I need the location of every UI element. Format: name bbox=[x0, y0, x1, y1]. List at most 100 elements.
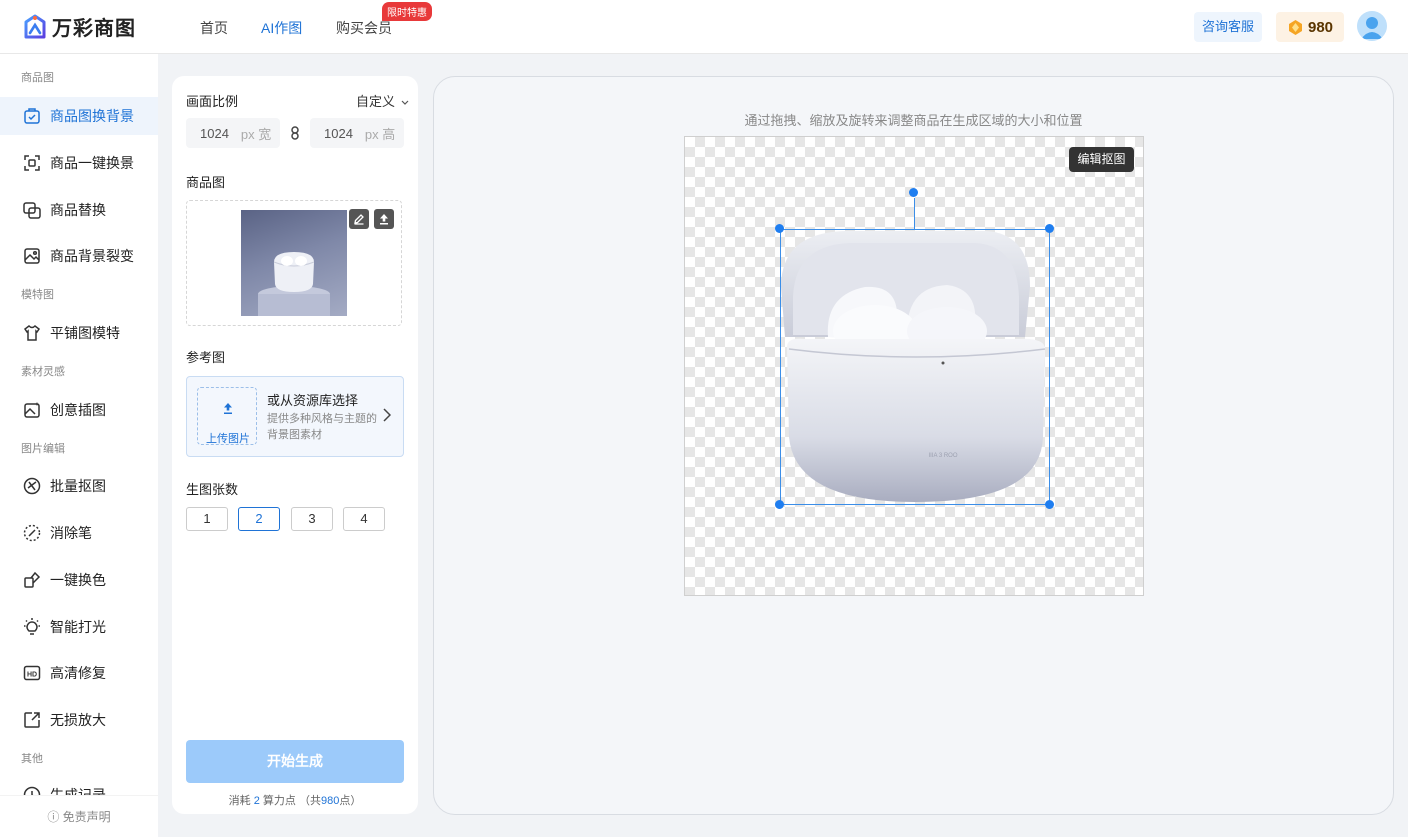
sidebar-item-label: 商品一键换景 bbox=[50, 155, 134, 171]
selection-box[interactable] bbox=[780, 229, 1050, 505]
product-thumbnail bbox=[241, 210, 347, 316]
cost-info: 消耗 2 算力点 （共980点） bbox=[172, 792, 418, 808]
cost-prefix: 消耗 bbox=[228, 795, 251, 807]
section-inspiration: 素材灵感 bbox=[21, 366, 65, 378]
left-sidebar: 商品图 商品图换背景 商品一键换景 商品替换 商品背景裂变 模特图 平铺图模特 … bbox=[0, 54, 158, 837]
user-avatar[interactable] bbox=[1357, 11, 1387, 41]
chevron-right-icon bbox=[383, 408, 391, 422]
top-header: 万彩商图 首页 AI作图 购买会员 限时特惠 咨询客服 980 bbox=[0, 0, 1408, 54]
product-bg-icon bbox=[24, 108, 40, 124]
edit-product-button[interactable] bbox=[349, 209, 369, 229]
upload-icon bbox=[224, 403, 232, 414]
bg-variation-icon bbox=[24, 248, 40, 264]
points-button[interactable]: 980 bbox=[1276, 12, 1344, 42]
width-unit: px 宽 bbox=[240, 126, 272, 142]
sidebar-item-product-replace[interactable]: 商品替换 bbox=[0, 191, 158, 229]
sidebar-item-product-bg[interactable]: 商品图换背景 bbox=[0, 97, 158, 135]
count-option-4[interactable]: 4 bbox=[343, 507, 385, 531]
section-other: 其他 bbox=[21, 753, 43, 765]
consult-service-button[interactable]: 咨询客服 bbox=[1194, 12, 1262, 42]
ratio-value: 自定义 bbox=[356, 94, 396, 109]
ratio-select[interactable]: 自定义 bbox=[356, 91, 409, 110]
sidebar-item-label: 批量抠图 bbox=[50, 478, 106, 494]
product-image-box[interactable] bbox=[186, 200, 402, 326]
ratio-label: 画面比例 bbox=[186, 94, 239, 109]
count-option-2[interactable]: 2 bbox=[238, 507, 280, 531]
rotate-handle[interactable] bbox=[909, 188, 918, 197]
creative-image-icon bbox=[24, 402, 40, 418]
resize-handle-bottom-right[interactable] bbox=[1045, 500, 1054, 509]
section-image-edit: 图片编辑 bbox=[21, 443, 65, 455]
svg-text:HD: HD bbox=[27, 671, 37, 678]
section-model: 模特图 bbox=[21, 289, 54, 301]
lightbulb-icon bbox=[24, 618, 40, 635]
info-icon: ⓘ bbox=[47, 810, 60, 824]
upload-product-button[interactable] bbox=[374, 209, 394, 229]
sidebar-item-label: 商品图换背景 bbox=[50, 108, 134, 124]
scene-swap-icon bbox=[24, 155, 40, 171]
user-icon bbox=[1357, 11, 1387, 41]
cost-mid: 算力点 （共 bbox=[262, 795, 321, 807]
nav-home[interactable]: 首页 bbox=[200, 18, 228, 38]
resize-handle-top-right[interactable] bbox=[1045, 224, 1054, 233]
link-ratio-icon[interactable] bbox=[289, 126, 301, 140]
sidebar-item-shirt-model[interactable]: 平铺图模特 bbox=[0, 314, 158, 352]
sidebar-item-label: 消除笔 bbox=[50, 525, 92, 541]
generate-button[interactable]: 开始生成 bbox=[186, 740, 404, 783]
sidebar-item-label: 无损放大 bbox=[50, 712, 106, 728]
sidebar-item-bg-variation[interactable]: 商品背景裂变 bbox=[0, 237, 158, 275]
logo-icon bbox=[24, 14, 46, 38]
product-image-label: 商品图 bbox=[186, 175, 226, 190]
height-value: 1024 bbox=[324, 125, 353, 141]
reference-picker[interactable]: 上传图片 或从资源库选择 提供多种风格与主题的背景图素材 bbox=[186, 376, 404, 457]
settings-panel: 画面比例 自定义 1024 px 宽 1024 px 高 商品图 参考图 上传图… bbox=[172, 76, 418, 814]
pencil-icon bbox=[354, 214, 364, 225]
brand-logo[interactable]: 万彩商图 bbox=[22, 12, 136, 41]
brand-name: 万彩商图 bbox=[52, 18, 136, 40]
rotate-line bbox=[914, 198, 915, 230]
diamond-coin-icon bbox=[1288, 19, 1302, 35]
height-unit: px 高 bbox=[364, 126, 396, 142]
sidebar-item-label: 一键换色 bbox=[50, 572, 106, 588]
count-option-3[interactable]: 3 bbox=[291, 507, 333, 531]
canvas-hint: 通过拖拽、缩放及旋转来调整商品在生成区域的大小和位置 bbox=[744, 113, 1083, 128]
upload-icon bbox=[380, 214, 388, 225]
disclaimer-link[interactable]: ⓘ 免责声明 bbox=[0, 795, 158, 837]
cost-value: 2 bbox=[253, 795, 260, 807]
sidebar-item-batch-cutout[interactable]: 批量抠图 bbox=[0, 467, 158, 505]
sidebar-item-smart-light[interactable]: 智能打光 bbox=[0, 608, 158, 646]
count-label: 生图张数 bbox=[186, 482, 239, 497]
disclaimer-label: 免责声明 bbox=[62, 810, 111, 824]
sidebar-item-label: 平铺图模特 bbox=[50, 325, 120, 341]
height-input[interactable]: 1024 px 高 bbox=[310, 118, 404, 148]
library-title: 或从资源库选择 bbox=[267, 393, 359, 408]
sidebar-item-eraser-pen[interactable]: 消除笔 bbox=[0, 514, 158, 552]
cost-total: 980 bbox=[320, 795, 340, 807]
canvas-area: 通过拖拽、缩放及旋转来调整商品在生成区域的大小和位置 编辑抠图 IIIA 3 R… bbox=[433, 76, 1394, 815]
sidebar-item-creative-image[interactable]: 创意插图 bbox=[0, 391, 158, 429]
section-product: 商品图 bbox=[21, 72, 54, 84]
generation-canvas[interactable]: 编辑抠图 IIIA 3 ROO bbox=[684, 136, 1144, 596]
width-input[interactable]: 1024 px 宽 bbox=[186, 118, 280, 148]
sidebar-item-label: 商品替换 bbox=[50, 202, 106, 218]
sidebar-item-hd-repair[interactable]: HD 高清修复 bbox=[0, 654, 158, 692]
library-desc: 提供多种风格与主题的背景图素材 bbox=[267, 413, 377, 441]
sidebar-item-enlarge[interactable]: 无损放大 bbox=[0, 701, 158, 739]
resize-handle-bottom-left[interactable] bbox=[775, 500, 784, 509]
sidebar-item-scene-swap[interactable]: 商品一键换景 bbox=[0, 144, 158, 182]
width-value: 1024 bbox=[200, 125, 229, 141]
eraser-pen-icon bbox=[23, 524, 41, 542]
upload-reference-button[interactable]: 上传图片 bbox=[197, 387, 257, 445]
sidebar-item-label: 商品背景裂变 bbox=[50, 248, 134, 264]
recolor-icon bbox=[24, 571, 41, 588]
chevron-down-icon bbox=[401, 100, 409, 105]
product-replace-icon bbox=[23, 202, 41, 219]
sidebar-item-recolor[interactable]: 一键换色 bbox=[0, 561, 158, 599]
count-option-1[interactable]: 1 bbox=[186, 507, 228, 531]
nav-ai-draw[interactable]: AI作图 bbox=[261, 18, 302, 38]
upload-label: 上传图片 bbox=[206, 433, 250, 445]
hd-icon: HD bbox=[23, 665, 41, 681]
sidebar-item-label: 高清修复 bbox=[50, 665, 106, 681]
nav-membership[interactable]: 购买会员 bbox=[336, 18, 392, 38]
resize-handle-top-left[interactable] bbox=[775, 224, 784, 233]
